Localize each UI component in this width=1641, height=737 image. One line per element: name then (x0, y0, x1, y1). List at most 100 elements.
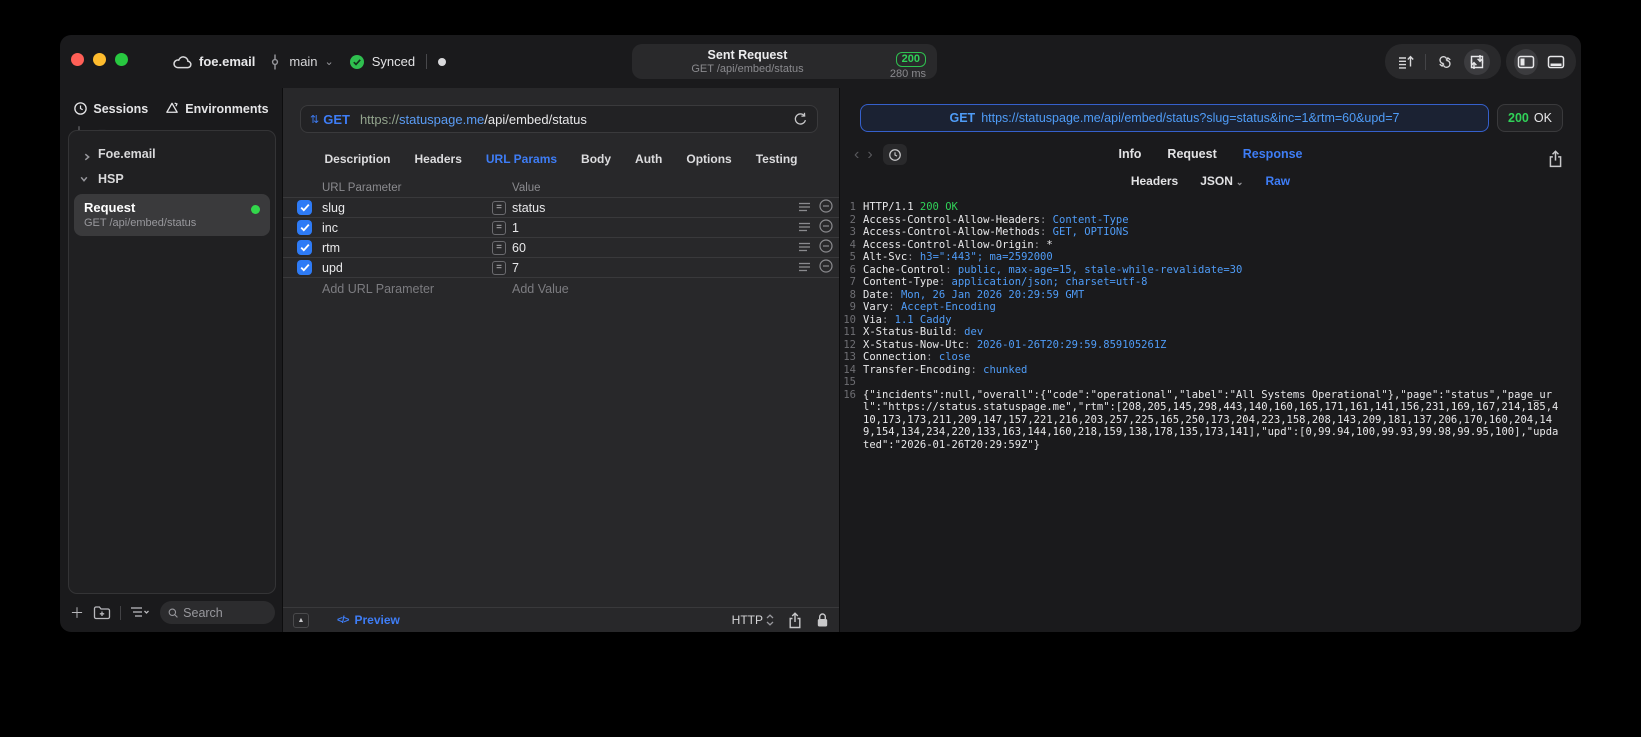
sort-list-icon[interactable] (130, 606, 151, 619)
row-drag-handle-icon[interactable] (799, 261, 812, 275)
url-params-table: URL Parameter Value slug = status inc = 1 rtm =… (283, 179, 839, 300)
add-param-value-placeholder[interactable]: Add Value (492, 282, 569, 296)
tree-item-foe-email[interactable]: Foe.email (69, 141, 275, 166)
sync-button[interactable] (1432, 49, 1458, 75)
column-header-value: Value (512, 182, 541, 194)
sync-status-label[interactable]: Synced (372, 54, 415, 69)
tab-options[interactable]: Options (686, 152, 731, 166)
param-value-field[interactable]: 60 (512, 241, 799, 255)
code-line: 15 (840, 376, 1581, 389)
import-export-button[interactable] (1464, 48, 1490, 75)
history-back-button[interactable]: ‹ (852, 145, 861, 165)
history-forward-button[interactable]: › (865, 145, 874, 165)
close-window-button[interactable] (71, 53, 84, 66)
tab-auth[interactable]: Auth (635, 152, 662, 166)
tab-description[interactable]: Description (325, 152, 391, 166)
search-input[interactable] (183, 605, 267, 620)
remove-param-button[interactable] (819, 239, 833, 256)
param-row-actions (799, 199, 833, 216)
cloud-icon (173, 55, 192, 68)
request-editor-footer: ▲ </> Preview HTTP (283, 607, 839, 632)
resend-refresh-icon[interactable] (793, 111, 808, 127)
code-line: 14 Transfer-Encoding: chunked (840, 364, 1581, 377)
method-updown-icon[interactable]: ⇅ (310, 113, 319, 126)
activity-pill[interactable]: Sent Request GET /api/embed/status 200 2… (632, 44, 937, 80)
line-number: 11 (843, 326, 856, 338)
activity-subtitle: GET /api/embed/status (691, 63, 804, 75)
subtab-raw[interactable]: Raw (1265, 174, 1290, 188)
collapse-editor-button[interactable]: ▲ (293, 612, 309, 628)
tab-request[interactable]: Request (1167, 147, 1216, 161)
request-url-field[interactable]: ⇅ GET https://statuspage.me/api/embed/st… (300, 105, 818, 133)
branch-chevron-down-icon[interactable]: ⌄ (325, 55, 334, 68)
tab-info[interactable]: Info (1119, 147, 1142, 161)
chevron-right-icon[interactable] (83, 150, 91, 160)
lock-icon[interactable] (816, 612, 829, 628)
sidebar-item-request[interactable]: Request GET /api/embed/status (74, 194, 270, 236)
request-item-subtitle: GET /api/embed/status (84, 217, 197, 229)
param-checkbox[interactable] (297, 260, 312, 275)
add-param-name-placeholder[interactable]: Add URL Parameter (322, 282, 492, 296)
row-drag-handle-icon[interactable] (799, 241, 812, 255)
branch-name[interactable]: main (289, 54, 317, 69)
footer-separator (120, 605, 121, 620)
tab-response[interactable]: Response (1243, 147, 1303, 161)
param-value-field[interactable]: 7 (512, 261, 799, 275)
activity-status-badge: 200 (895, 52, 926, 67)
activity-duration: 280 ms (889, 68, 926, 80)
row-drag-handle-icon[interactable] (799, 201, 812, 215)
tree-item-label: Foe.email (98, 146, 156, 161)
raw-response-view[interactable]: 1 HTTP/1.1 200 OK 2 Access-Control-Allow-He… (840, 201, 1581, 451)
share-icon[interactable] (788, 611, 802, 629)
toolbar-group-panels (1506, 44, 1576, 79)
remove-param-button[interactable] (819, 199, 833, 216)
history-button[interactable] (882, 144, 907, 165)
status-label: OK (1533, 111, 1552, 125)
toggle-sidebar-button[interactable] (1514, 48, 1538, 75)
code-text: X-Status-Now-Utc: 2026-01-26T20:29:59.85… (863, 338, 1167, 351)
tab-body[interactable]: Body (581, 152, 611, 166)
subtab-headers[interactable]: Headers (1131, 174, 1178, 188)
tab-sessions[interactable]: Sessions (73, 101, 148, 116)
code-line: 2 Access-Control-Allow-Headers: Content-T… (840, 214, 1581, 227)
tree-item-hsp[interactable]: HSP (69, 166, 275, 191)
remove-param-button[interactable] (819, 219, 833, 236)
response-viewer-panel: GET https://statuspage.me/api/embed/stat… (840, 88, 1581, 632)
chevron-down-icon[interactable] (80, 175, 91, 183)
toggle-bottom-panel-button[interactable] (1544, 49, 1568, 75)
line-number: 3 (849, 226, 856, 238)
line-number: 15 (843, 376, 856, 388)
protocol-selector[interactable]: HTTP (732, 613, 774, 627)
minimize-window-button[interactable] (93, 53, 106, 66)
subtab-json[interactable]: JSON ⌄ (1200, 174, 1243, 188)
param-value-field[interactable]: status (512, 201, 799, 215)
param-value-field[interactable]: 1 (512, 221, 799, 235)
updown-chevrons-icon (766, 614, 774, 626)
tab-headers[interactable]: Headers (415, 152, 462, 166)
import-text-button[interactable] (1393, 49, 1419, 75)
sent-request-url[interactable]: GET https://statuspage.me/api/embed/stat… (860, 104, 1489, 132)
request-method[interactable]: GET (323, 112, 350, 127)
zoom-window-button[interactable] (115, 53, 128, 66)
add-request-button[interactable]: ＋ (70, 603, 84, 623)
param-name-field[interactable]: upd (322, 261, 492, 275)
param-name-field[interactable]: rtm (322, 241, 492, 255)
row-drag-handle-icon[interactable] (799, 221, 812, 235)
new-folder-icon[interactable] (93, 605, 111, 620)
add-param-row[interactable]: Add URL Parameter Add Value (283, 278, 839, 300)
titlebar: foe.email main ⌄ Synced Sent Request GET… (60, 35, 1581, 88)
tab-environments[interactable]: Environments (164, 101, 269, 116)
tab-url-params[interactable]: URL Params (486, 152, 557, 166)
param-name-field[interactable]: slug (322, 201, 492, 215)
sidebar-search[interactable] (160, 601, 275, 624)
param-checkbox[interactable] (297, 240, 312, 255)
param-checkbox[interactable] (297, 200, 312, 215)
preview-button[interactable]: </> Preview (337, 613, 400, 627)
remove-param-button[interactable] (819, 259, 833, 276)
equals-icon: = (492, 200, 506, 215)
param-checkbox[interactable] (297, 220, 312, 235)
param-name-field[interactable]: inc (322, 221, 492, 235)
export-response-button[interactable] (1548, 150, 1563, 168)
project-name[interactable]: foe.email (199, 54, 255, 69)
tab-testing[interactable]: Testing (756, 152, 798, 166)
